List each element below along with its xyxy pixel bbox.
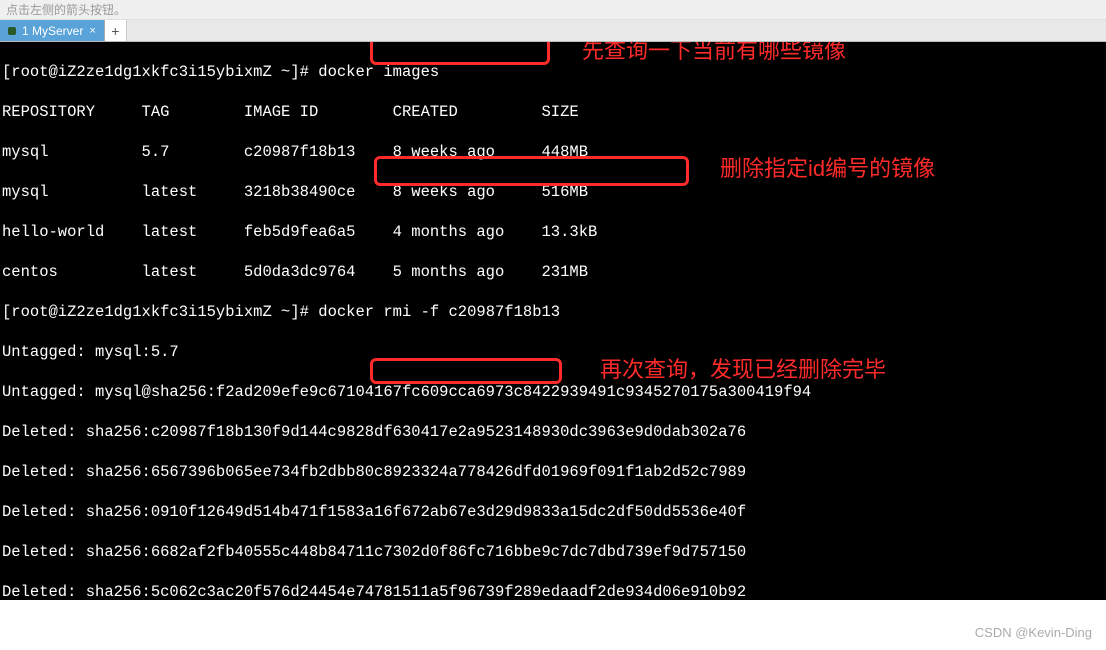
table-row: mysql latest 3218b38490ce 8 weeks ago 51… <box>2 182 1104 202</box>
shell-prompt: [root@iZ2ze1dg1xkfc3i15ybixmZ ~]# <box>2 63 318 81</box>
hint-bar: 点击左侧的箭头按钮。 <box>0 0 1106 20</box>
watermark: CSDN @Kevin-Ding <box>975 625 1092 640</box>
table-row: centos latest 5d0da3dc9764 5 months ago … <box>2 262 1104 282</box>
command-docker-rmi: docker rmi -f c20987f18b13 <box>318 303 560 321</box>
annotation-1: 先查询一下当前有哪些镜像 <box>582 42 846 61</box>
output-line: Untagged: mysql@sha256:f2ad209efe9c67104… <box>2 382 1104 402</box>
shell-prompt: [root@iZ2ze1dg1xkfc3i15ybixmZ ~]# <box>2 303 318 321</box>
highlight-box-3 <box>370 358 562 384</box>
output-line: Deleted: sha256:5c062c3ac20f576d24454e74… <box>2 582 1104 600</box>
terminal[interactable]: [root@iZ2ze1dg1xkfc3i15ybixmZ ~]# docker… <box>0 42 1106 600</box>
table-row: hello-world latest feb5d9fea6a5 4 months… <box>2 222 1104 242</box>
tab-add-button[interactable]: + <box>105 20 127 41</box>
tab-status-icon <box>8 27 16 35</box>
table-row: mysql 5.7 c20987f18b13 8 weeks ago 448MB <box>2 142 1104 162</box>
command-docker-images-1: docker images <box>318 63 439 81</box>
output-line: Deleted: sha256:6567396b065ee734fb2dbb80… <box>2 462 1104 482</box>
table-header: REPOSITORY TAG IMAGE ID CREATED SIZE <box>2 102 1104 122</box>
tab-label: 1 MyServer <box>22 24 83 38</box>
annotation-2: 删除指定id编号的镜像 <box>720 159 935 179</box>
output-line: Untagged: mysql:5.7 <box>2 342 1104 362</box>
tab-close-icon[interactable]: × <box>89 25 95 37</box>
output-line: Deleted: sha256:6682af2fb40555c448b84711… <box>2 542 1104 562</box>
tab-myserver[interactable]: 1 MyServer × <box>0 20 105 41</box>
output-line: Deleted: sha256:c20987f18b130f9d144c9828… <box>2 422 1104 442</box>
tab-bar: 1 MyServer × + <box>0 20 1106 42</box>
annotation-3: 再次查询，发现已经删除完毕 <box>600 360 886 380</box>
output-line: Deleted: sha256:0910f12649d514b471f1583a… <box>2 502 1104 522</box>
